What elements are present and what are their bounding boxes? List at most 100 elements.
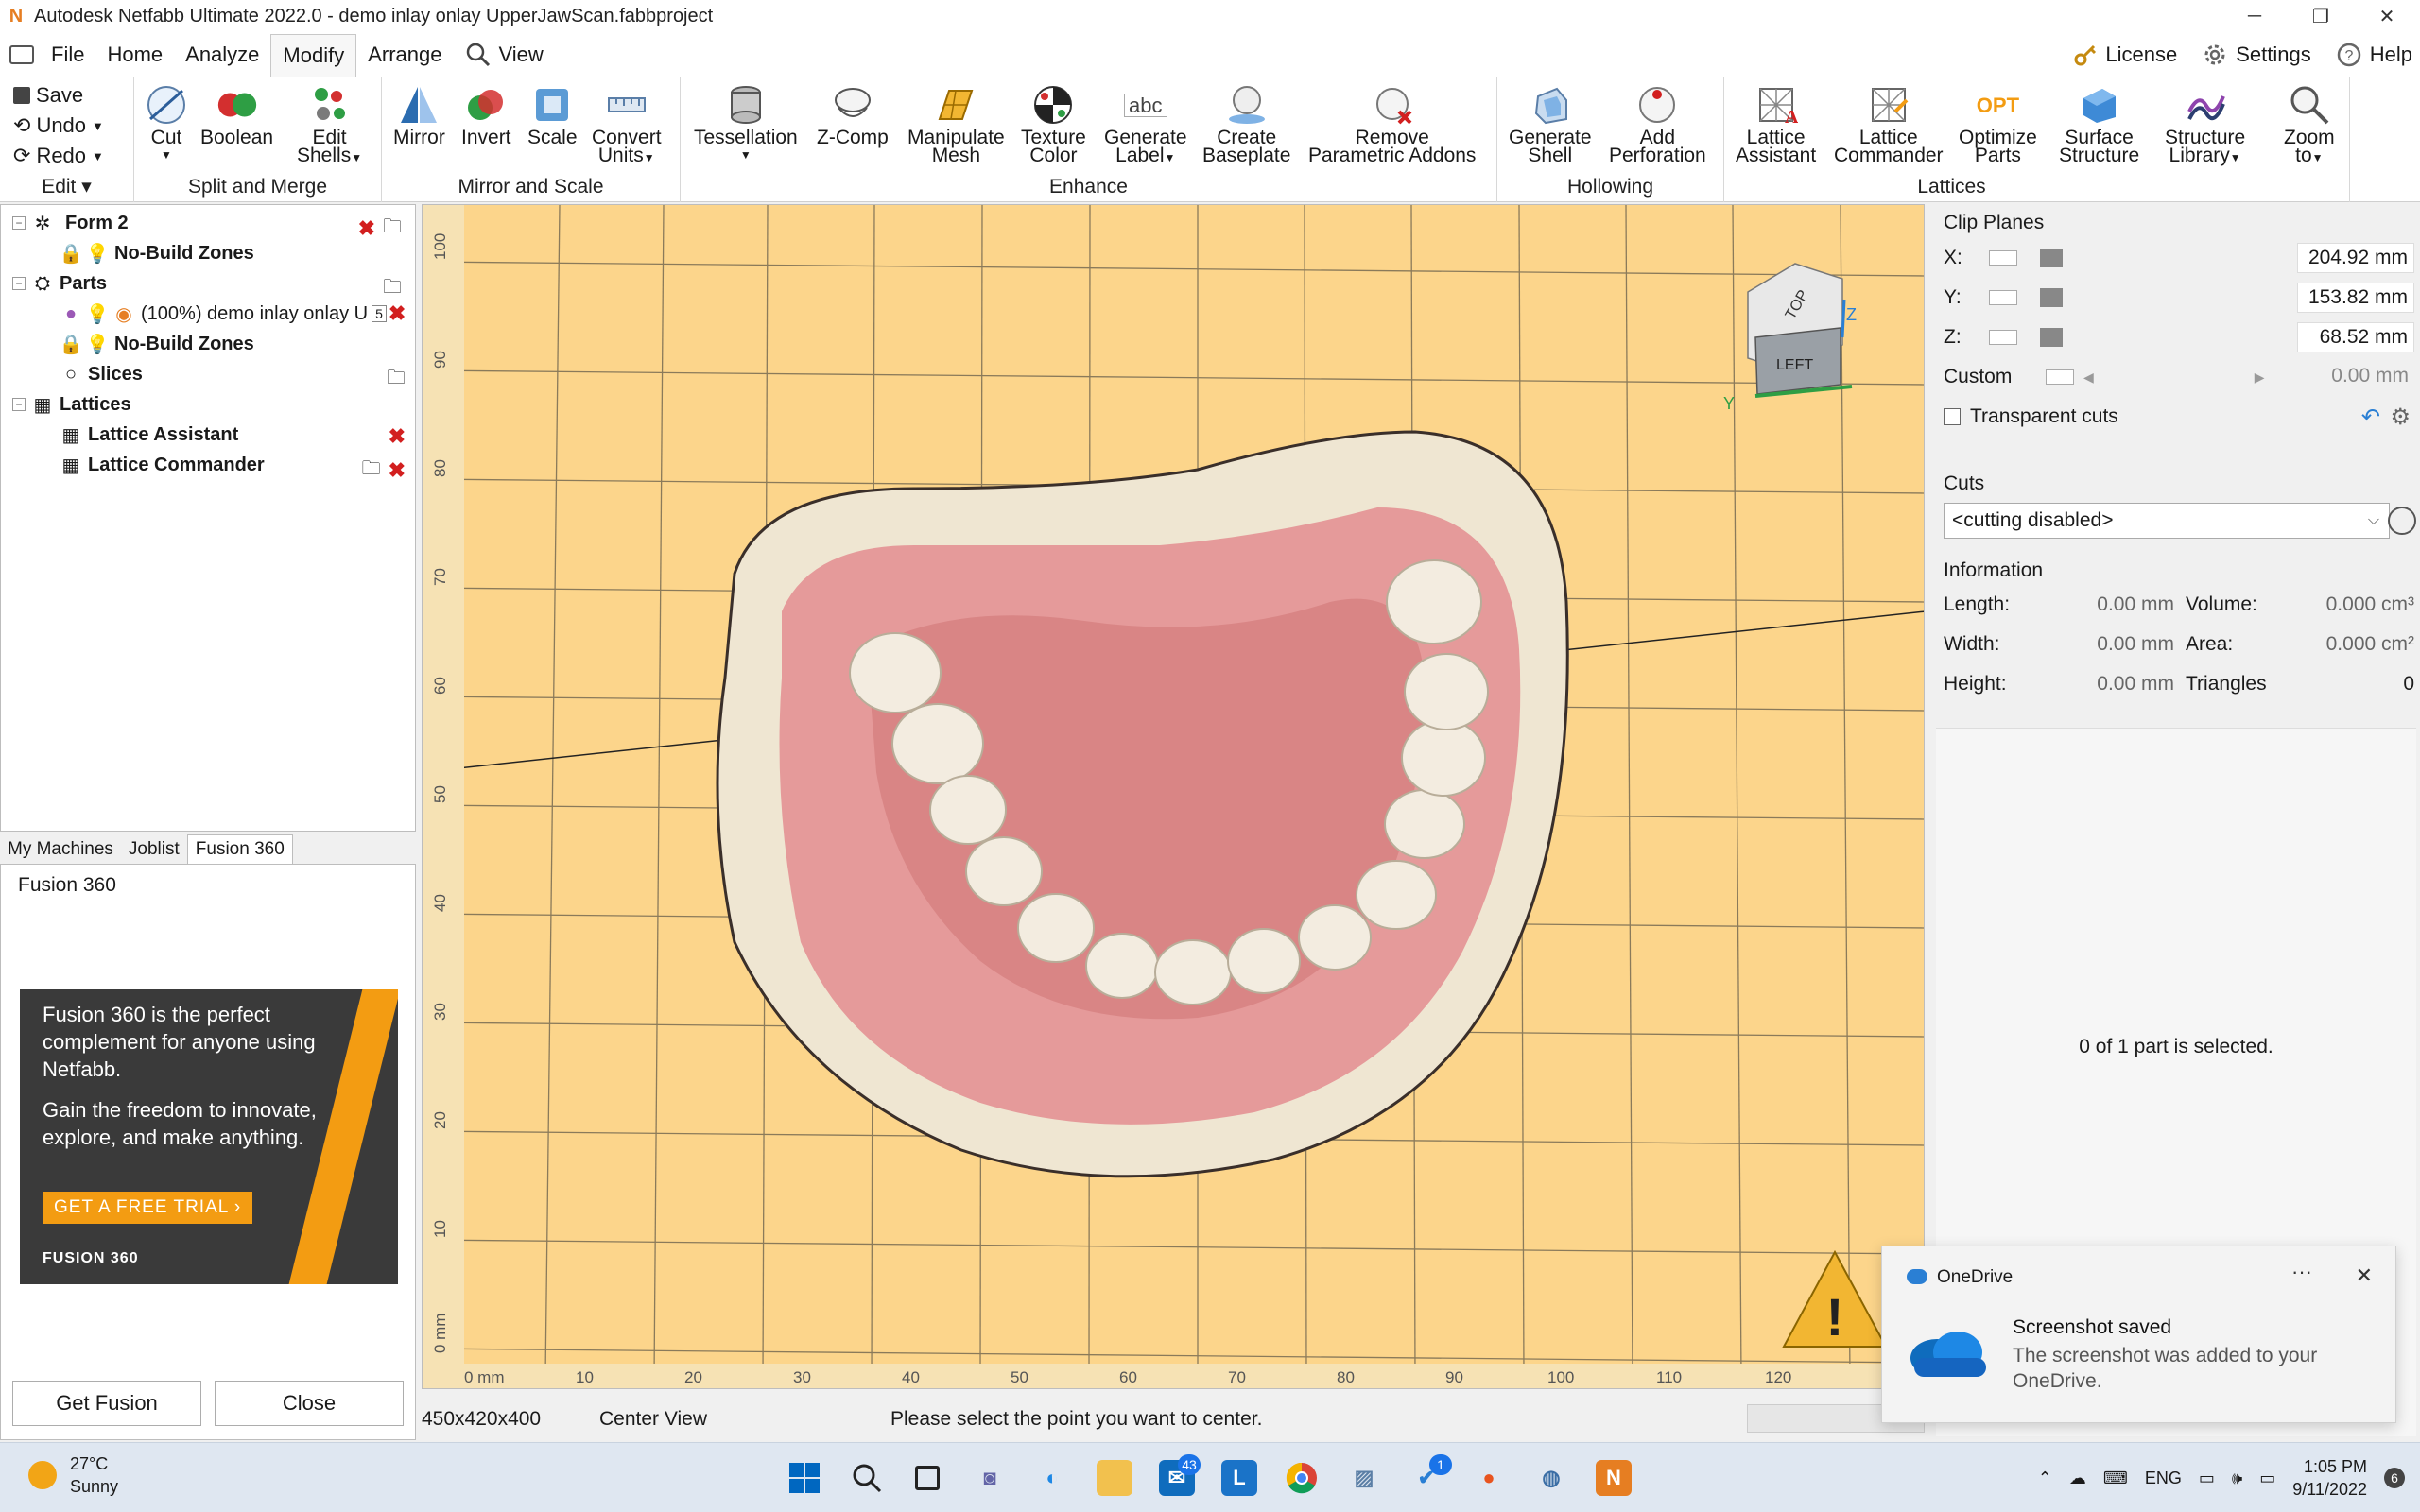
cloud-icon[interactable]: ☁ [2069,1469,2086,1488]
optimize-parts-button[interactable]: OPT Optimize Parts [1959,83,2037,165]
open-folder-icon[interactable] [9,44,34,64]
get-fusion-button[interactable]: Get Fusion [12,1381,201,1426]
redo-dropdown-icon[interactable]: ▼ [92,149,104,163]
jaw-scan-model[interactable] [716,430,1569,1178]
collapse-icon[interactable]: − [12,398,26,411]
task-view-icon[interactable] [909,1460,945,1496]
keyboard-icon[interactable]: ⌨ [2103,1469,2128,1488]
view-cube[interactable]: TOP LEFT Y Z [1723,263,1857,413]
tab-fusion-360[interactable]: Fusion 360 [186,834,293,864]
toast-close-button[interactable]: ✕ [2356,1263,2373,1288]
chevron-up-icon[interactable]: ⌃ [2038,1469,2052,1488]
maximize-button[interactable]: ❐ [2288,0,2354,32]
scale-button[interactable]: Scale [527,83,578,147]
mirror-button[interactable]: Mirror [393,83,445,147]
edge-icon[interactable]: ◐ [1034,1460,1070,1496]
remove-parametric-addons-button[interactable]: Remove Parametric Addons [1308,83,1476,165]
clip-z-fill-toggle[interactable] [2040,328,2063,347]
clock[interactable]: 1:05 PM 9/11/2022 [2292,1455,2367,1501]
edit-group-label[interactable]: Edit ▾ [0,175,133,198]
help-button[interactable]: ? Help [2336,42,2412,68]
viewport-canvas[interactable]: 100 90 80 70 60 50 40 30 20 10 0 mm 0 mm… [423,205,1925,1389]
z-comp-button[interactable]: Z-Comp [817,83,889,147]
reset-icon[interactable]: ↶ [2361,404,2380,431]
cuts-dropdown[interactable]: <cutting disabled> ⌵ [1944,503,2390,539]
manipulate-mesh-button[interactable]: Manipulate Mesh [908,83,1005,165]
fusion-close-button[interactable]: Close [215,1381,404,1426]
firefox-icon[interactable]: ● [1471,1460,1507,1496]
clip-y-toggle[interactable] [1989,290,2017,305]
settings-button[interactable]: Settings [2202,42,2311,68]
structure-library-button[interactable]: Structure Library▼ [2165,83,2245,167]
surface-structure-button[interactable]: Surface Structure [2059,83,2139,165]
cut-mode-icon[interactable] [2388,507,2416,535]
tree-item-no-build-zones-1[interactable]: 🔒 💡 No-Build Zones [60,239,254,267]
menu-home[interactable]: Home [95,32,174,77]
clip-y-value[interactable]: 153.82 mm [2297,283,2414,313]
menu-file[interactable]: File [40,32,95,77]
free-trial-button[interactable]: GET A FREE TRIAL › [43,1192,253,1224]
notification-badge[interactable]: 6 [2384,1468,2405,1488]
folder-icon[interactable]: 🗀 [387,364,406,396]
undo-dropdown-icon[interactable]: ▼ [92,119,104,133]
redo-button[interactable]: ⟳ Redo ▼ [13,144,104,168]
3d-viewport[interactable]: 100 90 80 70 60 50 40 30 20 10 0 mm 0 mm… [422,204,1925,1389]
invert-button[interactable]: Invert [461,83,511,147]
tree-item-lattice-commander[interactable]: ▦ Lattice Commander 🗀 ✖ [61,451,413,483]
tree-item-lattice-assistant[interactable]: ▦ Lattice Assistant ✖ [61,421,413,449]
tab-joblist[interactable]: Joblist [121,835,187,864]
menu-view[interactable]: View [454,32,555,77]
tree-item-form[interactable]: − ✲ Form 2 ✖ 🗀 [12,209,409,240]
collapse-icon[interactable]: − [12,277,26,290]
tab-my-machines[interactable]: My Machines [0,835,121,864]
onedrive-toast[interactable]: OneDrive ··· ✕ Screenshot saved The scre… [1881,1246,2396,1423]
battery-icon[interactable]: ▭ [2259,1469,2275,1488]
tree-item-part[interactable]: ● 💡 ◉ (100%) demo inlay onlay U 5 ✖ [61,300,413,328]
display-icon[interactable]: ▭ [2199,1469,2215,1488]
toast-more-button[interactable]: ··· [2291,1260,2312,1284]
undo-button[interactable]: ⟲ Undo ▼ [13,113,104,138]
app-globe-icon[interactable]: ◍ [1533,1460,1569,1496]
custom-slider-right-icon[interactable]: ▶ [2255,369,2265,386]
remove-icon[interactable]: ✖ [389,458,406,483]
boolean-button[interactable]: Boolean [200,83,273,147]
menu-arrange[interactable]: Arrange [356,32,453,77]
zoom-to-button[interactable]: Zoom to▼ [2284,83,2335,167]
fusion-ad-banner[interactable]: Fusion 360 is the perfect complement for… [20,989,398,1284]
cut-button[interactable]: Cut ▼ [144,83,189,164]
custom-slider-left-icon[interactable]: ◀ [2083,369,2094,386]
collapse-icon[interactable]: − [12,216,26,230]
tree-item-lattices[interactable]: − ▦ Lattices [12,390,131,419]
view-cube-left[interactable]: LEFT [1776,357,1813,373]
clip-x-value[interactable]: 204.92 mm [2297,243,2414,273]
remove-icon[interactable]: ✖ [389,424,406,449]
lattice-assistant-button[interactable]: A Lattice Assistant [1736,83,1816,165]
warning-icon[interactable]: ! [1782,1249,1888,1348]
tree-item-no-build-zones-2[interactable]: 🔒 💡 No-Build Zones [60,330,254,358]
menu-modify[interactable]: Modify [270,33,357,77]
clip-x-fill-toggle[interactable] [2040,249,2063,267]
close-button[interactable]: ✕ [2354,0,2420,32]
edit-shells-button[interactable]: Edit Shells▼ [297,83,362,167]
add-perforation-button[interactable]: Add Perforation [1609,83,1706,165]
minimize-button[interactable]: ─ [2221,0,2288,32]
convert-units-button[interactable]: Convert Units▼ [592,83,662,167]
clip-y-fill-toggle[interactable] [2040,288,2063,307]
create-baseplate-button[interactable]: Create Baseplate [1202,83,1290,165]
photos-icon[interactable]: ▨ [1346,1460,1382,1496]
volume-icon[interactable]: 🕪 [2232,1469,2242,1488]
netfabb-taskbar-icon[interactable]: N [1596,1460,1632,1496]
tree-item-slices[interactable]: ○ Slices 🗀 [61,360,413,389]
remove-icon[interactable]: ✖ [358,216,375,241]
search-icon[interactable] [849,1460,885,1496]
file-explorer-icon[interactable] [1097,1460,1132,1496]
lattice-commander-button[interactable]: Lattice Commander [1834,83,1944,165]
clip-x-toggle[interactable] [1989,250,2017,266]
clip-z-value[interactable]: 68.52 mm [2297,322,2414,352]
remove-icon[interactable]: ✖ [389,301,406,326]
tree-item-parts[interactable]: − ⛭ Parts 🗀 [12,269,409,298]
transparent-cuts-checkbox[interactable] [1944,408,1961,425]
clip-z-toggle[interactable] [1989,330,2017,345]
weather-widget[interactable]: 27°C Sunny [28,1452,118,1498]
l-app-icon[interactable]: L [1221,1460,1257,1496]
